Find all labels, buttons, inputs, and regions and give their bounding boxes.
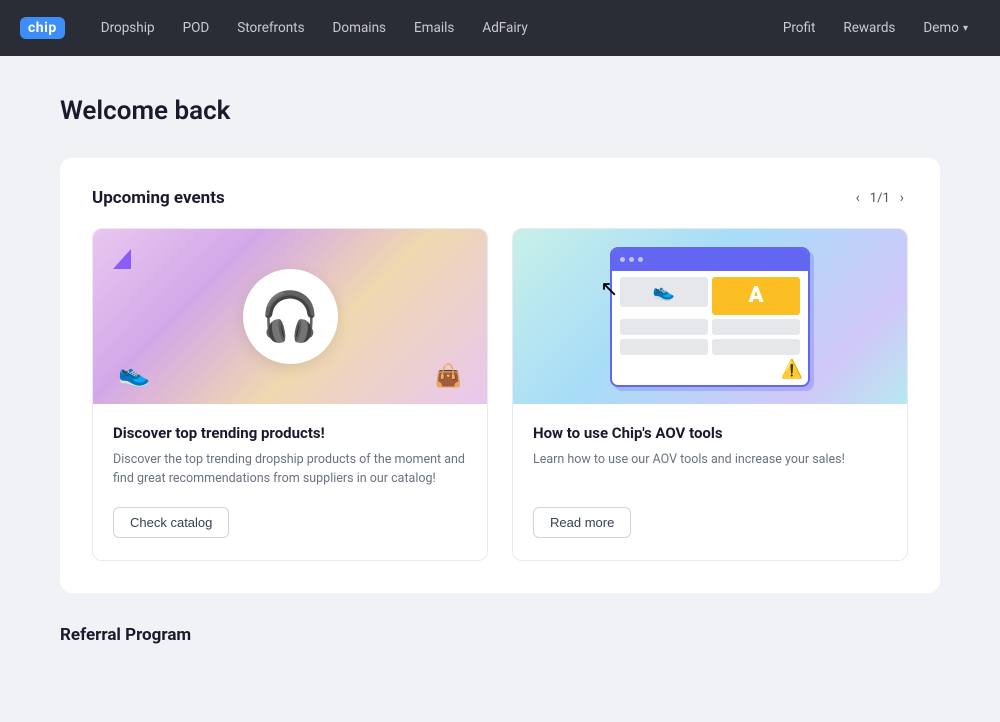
card-desc-1: Discover the top trending dropship produ…: [113, 450, 467, 489]
upcoming-events-title: Upcoming events: [92, 188, 225, 208]
browser-bar-3: [620, 339, 708, 355]
browser-dot-1: [620, 257, 625, 262]
headphone-icon: 🎧: [243, 269, 338, 364]
navbar-right: Profit Rewards Demo ▾: [771, 14, 980, 42]
cursor-icon: ↖: [600, 277, 618, 302]
browser-bar-4: [712, 339, 800, 355]
nav-item-dropship[interactable]: Dropship: [89, 14, 167, 42]
referral-title: Referral Program: [60, 625, 191, 645]
browser-letter-a: A: [712, 277, 800, 315]
warning-icon: ⚠️: [781, 359, 803, 380]
nav-item-pod[interactable]: POD: [171, 14, 222, 42]
nav-item-adfairy[interactable]: AdFairy: [470, 14, 539, 42]
card-body-1: Discover top trending products! Discover…: [93, 404, 487, 560]
event-cards-container: 👟 🎧 👜 Discover top trending products! Di…: [92, 228, 908, 561]
browser-shoe: 👟: [620, 277, 708, 307]
nav-demo[interactable]: Demo ▾: [911, 14, 980, 42]
card-title-1: Discover top trending products!: [113, 424, 467, 442]
nav-item-domains[interactable]: Domains: [321, 14, 398, 42]
nav-item-storefronts[interactable]: Storefronts: [225, 14, 316, 42]
card-title-2: How to use Chip's AOV tools: [533, 424, 887, 442]
browser-dot-2: [629, 257, 634, 262]
event-card-1: 👟 🎧 👜 Discover top trending products! Di…: [92, 228, 488, 561]
logo-text: chip: [20, 17, 65, 39]
page-title: Welcome back: [60, 96, 940, 126]
browser-body: 👟 A: [612, 271, 808, 361]
upcoming-events-section: Upcoming events ‹ 1/1 › 👟 🎧 👜 Discover t…: [60, 158, 940, 593]
browser-bar-1: [620, 319, 708, 335]
pagination-count: 1/1: [870, 191, 890, 206]
check-catalog-button[interactable]: Check catalog: [113, 507, 229, 538]
referral-section: Referral Program: [60, 625, 940, 645]
event-card-2: 👟 A ⚠️ ↖ How to use Ch: [512, 228, 908, 561]
shoe-icon: 👟: [118, 359, 150, 389]
browser-illustration: 👟 A ⚠️ ↖: [610, 247, 810, 387]
nav-profit[interactable]: Profit: [771, 14, 828, 42]
demo-label: Demo: [923, 20, 959, 36]
card-image-2: 👟 A ⚠️ ↖: [513, 229, 907, 404]
nav-menu: Dropship POD Storefronts Domains Emails …: [89, 14, 771, 42]
logo[interactable]: chip: [20, 17, 65, 39]
pagination: ‹ 1/1 ›: [852, 188, 908, 208]
browser-mockup: 👟 A ⚠️: [610, 247, 810, 387]
chevron-down-icon: ▾: [963, 23, 968, 34]
section-header: Upcoming events ‹ 1/1 ›: [92, 188, 908, 208]
nav-rewards[interactable]: Rewards: [831, 14, 907, 42]
browser-dot-3: [638, 257, 643, 262]
card-image-1: 👟 🎧 👜: [93, 229, 487, 404]
browser-top-bar: [612, 249, 808, 271]
read-more-button[interactable]: Read more: [533, 507, 631, 538]
pagination-next-arrow[interactable]: ›: [896, 188, 908, 208]
navbar: chip Dropship POD Storefronts Domains Em…: [0, 0, 1000, 56]
browser-bar-2: [712, 319, 800, 335]
card-body-2: How to use Chip's AOV tools Learn how to…: [513, 404, 907, 560]
card-desc-2: Learn how to use our AOV tools and incre…: [533, 450, 887, 489]
main-content: Welcome back Upcoming events ‹ 1/1 › 👟 🎧…: [0, 56, 1000, 685]
nav-item-emails[interactable]: Emails: [402, 14, 466, 42]
pagination-prev-arrow[interactable]: ‹: [852, 188, 864, 208]
bag-icon: 👜: [435, 364, 462, 389]
